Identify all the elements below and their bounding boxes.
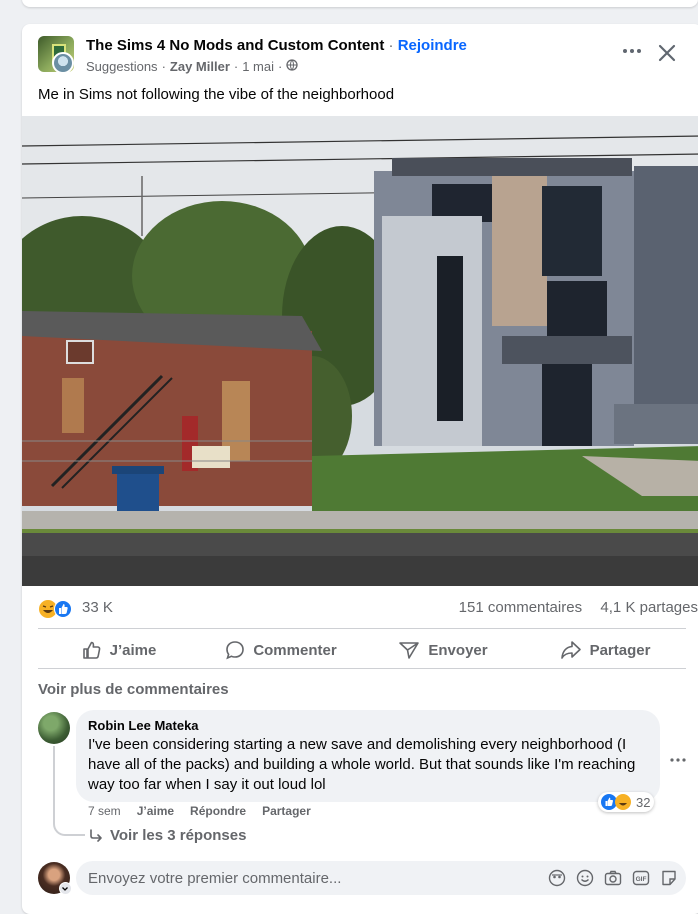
- comment-input[interactable]: [88, 861, 528, 895]
- comment-label: Commenter: [253, 641, 337, 659]
- stats-right: 151 commentaires 4,1 K partages: [459, 599, 698, 616]
- comment-reply-button[interactable]: Répondre: [190, 804, 246, 818]
- comment-reaction-count: 32: [636, 794, 651, 810]
- composer-tools: GIF: [548, 869, 678, 887]
- post-header: The Sims 4 No Mods and Custom Content · …: [22, 24, 698, 84]
- comment-like-button[interactable]: J’aime: [137, 804, 174, 818]
- reaction-count[interactable]: 33 K: [82, 599, 113, 616]
- close-icon: [658, 44, 676, 62]
- share-label: Partager: [589, 641, 651, 659]
- sticker-icon[interactable]: [660, 869, 678, 887]
- post-stats: 33 K 151 commentaires 4,1 K partages: [38, 597, 698, 619]
- comment-composer: GIF: [76, 861, 686, 895]
- post-card: The Sims 4 No Mods and Custom Content · …: [22, 24, 698, 914]
- send-icon: [399, 642, 420, 659]
- post-actions: J’aime Commenter Envoyer Partager: [38, 632, 686, 668]
- post-image[interactable]: [22, 116, 698, 586]
- comment-button[interactable]: Commenter: [200, 632, 362, 668]
- post-subtitle-line: Suggestions · Zay Miller · 1 mai ·: [86, 59, 299, 74]
- comment-share-button[interactable]: Partager: [262, 804, 311, 818]
- shares-count-link[interactable]: 4,1 K partages: [600, 599, 698, 616]
- thumbs-up-icon: [82, 641, 101, 659]
- join-group-link[interactable]: Rejoindre: [398, 37, 467, 54]
- post-title-line: The Sims 4 No Mods and Custom Content · …: [86, 37, 467, 54]
- chevron-down-icon[interactable]: [59, 882, 72, 895]
- author-avatar[interactable]: [52, 52, 74, 74]
- see-replies-label: Voir les 3 réponses: [110, 827, 247, 844]
- avatar-sticker-icon[interactable]: [548, 869, 566, 887]
- svg-text:GIF: GIF: [636, 876, 647, 883]
- comment-meta: 7 sem J’aime Répondre Partager: [88, 804, 311, 818]
- see-replies-link[interactable]: Voir les 3 réponses: [88, 827, 246, 844]
- comment-author-link[interactable]: Robin Lee Mateka: [88, 718, 648, 733]
- reply-arrow-icon: [90, 828, 102, 842]
- camera-icon[interactable]: [604, 869, 622, 887]
- suggestion-label: Suggestions: [86, 59, 158, 74]
- like-button[interactable]: J’aime: [38, 632, 200, 668]
- commenter-avatar[interactable]: [38, 712, 70, 744]
- share-button[interactable]: Partager: [524, 632, 686, 668]
- more-horizontal-icon: [623, 49, 641, 53]
- divider: [38, 668, 686, 669]
- like-label: J’aime: [109, 641, 157, 659]
- post-date[interactable]: 1 mai: [242, 59, 274, 74]
- separator: ·: [233, 59, 239, 74]
- comment-bubble: Robin Lee Mateka I've been considering s…: [76, 710, 660, 802]
- comment-options-button[interactable]: [670, 746, 686, 767]
- see-more-comments-link[interactable]: Voir plus de commentaires: [38, 681, 229, 698]
- close-button[interactable]: [654, 40, 680, 66]
- send-label: Envoyer: [428, 641, 488, 659]
- haha-reaction-icon: [615, 794, 631, 810]
- separator: ·: [388, 37, 394, 54]
- more-horizontal-icon: [670, 758, 686, 762]
- reaction-icons[interactable]: [38, 599, 76, 619]
- group-name-link[interactable]: The Sims 4 No Mods and Custom Content: [86, 37, 384, 54]
- separator: ·: [161, 59, 166, 74]
- divider: [38, 628, 686, 629]
- comments-count-link[interactable]: 151 commentaires: [459, 599, 582, 616]
- gif-icon[interactable]: GIF: [632, 869, 650, 887]
- comment-icon: [226, 641, 245, 660]
- comment-reactions[interactable]: 32: [598, 792, 655, 812]
- comment-text: I've been considering starting a new sav…: [88, 736, 636, 793]
- globe-icon: [286, 59, 299, 74]
- send-button[interactable]: Envoyer: [362, 632, 524, 668]
- post-caption: Me in Sims not following the vibe of the…: [38, 86, 395, 103]
- emoji-icon[interactable]: [576, 869, 594, 887]
- more-options-button[interactable]: [616, 42, 648, 64]
- previous-post-card: [22, 0, 698, 7]
- author-link[interactable]: Zay Miller: [170, 59, 230, 74]
- comment-time[interactable]: 7 sem: [88, 804, 121, 818]
- separator: ·: [278, 59, 283, 74]
- share-icon: [560, 641, 581, 659]
